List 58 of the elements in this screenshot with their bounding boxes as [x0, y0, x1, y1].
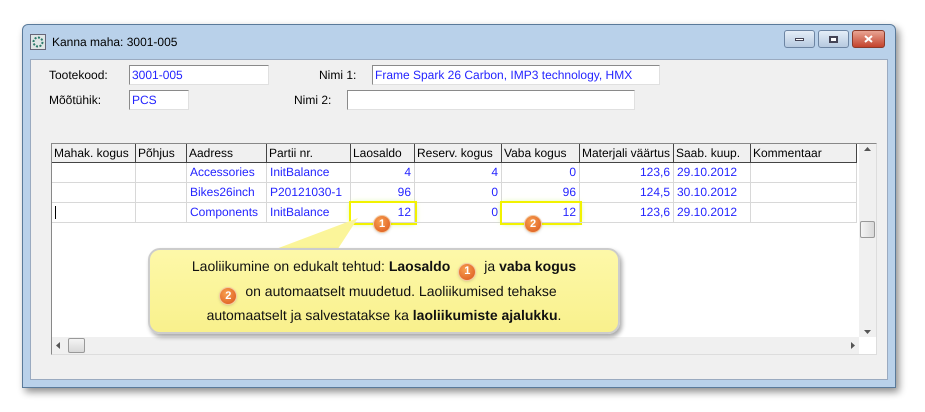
field-label: Nimi 1: — [319, 67, 358, 84]
scroll-thumb[interactable] — [68, 338, 85, 353]
table-cell: 96 — [351, 183, 415, 203]
vertical-scrollbar[interactable] — [859, 144, 876, 337]
close-icon — [864, 35, 873, 43]
number-badge: 2 — [219, 287, 238, 305]
table-cell: 30.10.2012 — [674, 183, 751, 203]
table-cell — [136, 163, 187, 183]
column-header[interactable]: Saab. kuup. — [674, 144, 751, 163]
table-cell: 0 — [502, 163, 580, 183]
table-cell: 29.10.2012 — [674, 163, 751, 183]
text-field[interactable]: Frame Spark 26 Carbon, IMP3 technology, HMX — [372, 65, 660, 85]
table-cell: 96 — [502, 183, 580, 203]
table-cell: Accessories — [187, 163, 267, 183]
table-cell: 0 — [415, 203, 502, 223]
window-title: Kanna maha: 3001-005 — [52, 34, 178, 51]
column-header[interactable]: Mahak. kogus — [52, 144, 136, 163]
column-header[interactable]: Materjali väärtus — [580, 144, 674, 163]
horizontal-scrollbar[interactable] — [52, 337, 859, 354]
scroll-right-icon[interactable] — [851, 342, 855, 349]
close-button[interactable] — [852, 30, 885, 48]
column-header[interactable]: Laosaldo — [351, 144, 415, 163]
scroll-thumb[interactable] — [860, 221, 875, 238]
table-cell: P20121030-1 — [267, 183, 351, 203]
scroll-up-icon[interactable] — [864, 147, 871, 151]
scroll-down-icon[interactable] — [864, 330, 871, 334]
app-icon — [30, 34, 46, 50]
number-badge: 2 — [524, 215, 542, 233]
maximize-button[interactable] — [818, 30, 849, 48]
column-header[interactable]: Partii nr. — [267, 144, 351, 163]
scroll-left-icon[interactable] — [56, 342, 60, 349]
minimize-button[interactable] — [784, 30, 815, 48]
table-cell: Bikes26inch — [187, 183, 267, 203]
table-cell: 0 — [415, 183, 502, 203]
text-field[interactable]: 3001-005 — [129, 65, 269, 85]
table-cell: 29.10.2012 — [674, 203, 751, 223]
number-badge: 1 — [458, 262, 476, 280]
table-cell — [136, 183, 187, 203]
text-field[interactable] — [347, 90, 635, 110]
column-header[interactable]: Vaba kogus — [502, 144, 580, 163]
column-header[interactable]: Aadress — [187, 144, 267, 163]
table-cell: InitBalance — [267, 163, 351, 183]
table-cell: 4 — [415, 163, 502, 183]
table-cell: Components — [187, 203, 267, 223]
table-cell: 123,6 — [580, 203, 674, 223]
table-cell: 124,5 — [580, 183, 674, 203]
column-header[interactable]: Põhjus — [136, 144, 187, 163]
table-cell: 123,6 — [580, 163, 674, 183]
field-label: Nimi 2: — [294, 92, 332, 109]
column-header[interactable]: Reserv. kogus — [415, 144, 502, 163]
text-cursor — [55, 206, 56, 219]
number-badge: 1 — [373, 215, 391, 233]
callout-text: Laoliikumine on edukalt tehtud: Laosaldo 1 ja vaba kogus 2 on automaatselt muudetud. Laoliikumised tehakse automaatselt ja salvestatakse ka laoliikumiste ajalukku. — [190, 257, 578, 325]
field-label: Mõõtühik: — [49, 92, 102, 109]
text-field[interactable]: PCS — [129, 90, 189, 110]
field-label: Tootekood: — [49, 67, 109, 84]
column-header[interactable]: Kommentaar — [751, 144, 857, 163]
table-cell: 4 — [351, 163, 415, 183]
